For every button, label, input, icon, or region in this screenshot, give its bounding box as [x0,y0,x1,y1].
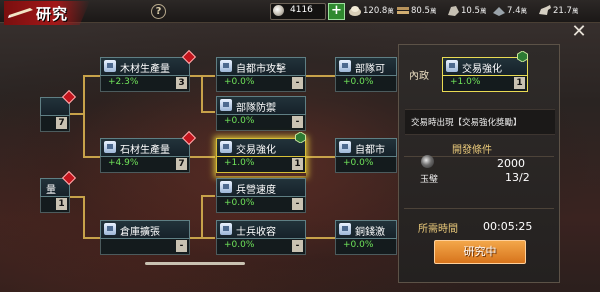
level-badge: 1 [56,198,67,210]
tech-bonus: +0.0% [343,240,374,250]
tech-description: 交易時出現【交易強化獎勵】 [411,118,522,128]
shield-icon [220,99,232,111]
level-badge: 3 [176,77,187,89]
tech-bonus: +0.0% [343,158,374,168]
level-badge: 1 [292,158,303,170]
time-value: 00:05:25 [483,220,533,233]
level-badge: - [176,240,187,252]
close-icon[interactable]: ✕ [571,23,587,41]
stone-value: 10.5萬 [461,6,487,16]
food-icon [349,6,361,16]
horizontal-scrollbar[interactable] [145,262,245,265]
add-silver-button[interactable]: + [328,3,345,20]
tech-node-capital-attack[interactable]: 自都市攻擊 +0.0% - [216,57,306,95]
food-value: 120.8萬 [363,6,394,16]
owned-amount: 13/2 [505,171,530,184]
tech-bonus: +4.9% [108,158,139,168]
tech-name: 部隊可 [355,64,385,75]
tech-bonus: +0.0% [224,240,255,250]
tech-name: 交易強化 [462,64,502,75]
tech-name: 自都市攻擊 [236,64,286,75]
time-label: 所需時間 [418,224,458,235]
level-badge: 1 [514,77,525,89]
iron-value: 7.4萬 [507,6,528,16]
level-badge: - [292,116,303,128]
scroll-icon [104,223,116,235]
level-badge: - [292,198,303,210]
tech-bonus: +1.0% [224,158,255,168]
help-icon[interactable]: ? [151,4,166,19]
silver-coin-icon [273,5,284,16]
research-button[interactable]: 研究中 [434,240,526,264]
scroll-icon [220,141,232,153]
tech-name: 銅錢激 [355,227,385,238]
tech-name: 兵營速度 [236,185,276,196]
researching-icon [295,132,306,143]
tech-name: 交易強化 [236,145,276,156]
panel-tech-node: 交易強化 +1.0% 1 [442,51,528,95]
tech-bonus: +1.0% [450,77,481,87]
stone-icon [448,6,459,16]
tech-description-box: 交易時出現【交易強化獎勵】 [405,109,555,135]
page-title: 研究 [36,5,69,23]
researching-icon [517,51,528,62]
divider [404,208,554,209]
tech-bonus: +0.0% [224,198,255,208]
tech-bonus: +2.3% [108,77,139,87]
horse-icon [539,5,551,15]
requirement-item-name: 玉璧 [420,175,439,185]
tech-bonus: +0.0% [224,77,255,87]
tech-node-stone-production[interactable]: 石材生產量 +4.9% 7 [100,130,197,176]
iron-icon [493,7,505,16]
wood-value: 80.5萬 [411,6,437,16]
tech-node-troop-defense[interactable]: 部隊防禦 +0.0% - [216,96,306,134]
tech-name: 量 [46,185,56,196]
scroll-icon [104,60,116,72]
silver-value: 4116 [290,5,313,15]
scroll-icon [220,223,232,235]
tech-name: 自都市 [355,145,385,156]
conditions-title: 開發條件 [452,145,492,156]
tech-node-barracks-speed[interactable]: 兵營速度 +0.0% - [216,178,306,216]
tech-node-soldier-capacity[interactable]: 士兵收容 +0.0% - [216,220,306,258]
scroll-icon [446,60,458,72]
level-badge: 7 [176,158,187,170]
tech-bonus: +0.0% [343,77,374,87]
tech-node-troop-right[interactable]: 部隊可 +0.0% [335,57,397,95]
flag-icon [339,141,351,153]
tech-name: 木材生產量 [120,64,170,75]
tech-node-left-bottom[interactable]: 量 1 [40,170,77,216]
requirement-amount: 2000 [497,157,525,170]
scroll-icon [104,141,116,153]
level-badge: - [292,77,303,89]
tech-node-capital-right[interactable]: 自都市 +0.0% [335,138,397,176]
scroll-icon [339,223,351,235]
jade-disc-icon [421,155,434,168]
tech-node-trade-boost[interactable]: 交易強化 +1.0% 1 [216,132,306,176]
tech-name: 倉庫擴張 [120,227,160,238]
shield-icon [339,60,351,72]
tech-node-warehouse[interactable]: 倉庫擴張 - [100,220,190,258]
horse-value: 21.7萬 [553,6,579,16]
tech-node-coin-right[interactable]: 銅錢激 +0.0% [335,220,397,258]
level-badge: - [292,240,303,252]
flag-icon [220,60,232,72]
tech-bonus: +0.0% [224,116,255,126]
panel-category: 內政 [409,71,429,82]
tech-name: 部隊防禦 [236,103,276,114]
tech-name: 士兵收容 [236,227,276,238]
level-badge: 7 [56,117,67,129]
scroll-icon [220,181,232,193]
tech-node-left-top[interactable]: 7 [40,89,77,135]
brush-icon [8,8,33,18]
wood-icon [397,7,409,14]
tech-node-wood-production[interactable]: 木材生產量 +2.3% 3 [100,49,197,95]
tech-name: 石材生產量 [120,145,170,156]
